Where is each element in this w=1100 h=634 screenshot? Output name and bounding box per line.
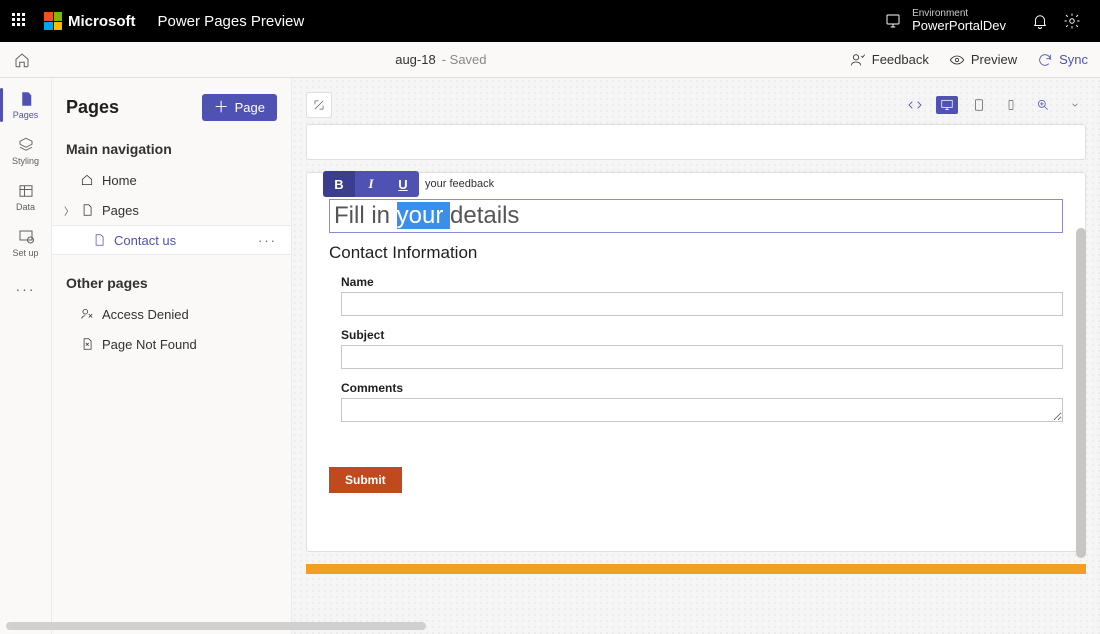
rail-more[interactable]: ···	[0, 266, 51, 312]
environment-value: PowerPortalDev	[912, 19, 1006, 33]
save-status: - Saved	[442, 52, 487, 67]
access-denied-icon	[80, 307, 94, 321]
expand-arrow-button[interactable]	[306, 92, 332, 118]
setup-icon	[17, 228, 35, 246]
preview-button[interactable]: Preview	[949, 52, 1017, 68]
code-icon	[907, 97, 923, 113]
italic-button[interactable]: I	[355, 171, 387, 197]
horizontal-scrollbar[interactable]	[6, 622, 426, 630]
environment-picker[interactable]: Environment PowerPortalDev	[884, 8, 1006, 33]
app-launcher-icon[interactable]	[12, 13, 28, 29]
styling-icon	[17, 136, 35, 154]
desktop-view-button[interactable]	[936, 96, 958, 114]
canvas-toolbar	[306, 92, 1086, 118]
page-icon	[17, 90, 35, 108]
rail-setup[interactable]: Set up	[0, 220, 51, 266]
chevron-right-icon[interactable]: 〉	[64, 203, 74, 218]
tree-page-not-found[interactable]: Page Not Found	[52, 329, 291, 359]
chevron-down-icon	[1070, 100, 1080, 110]
expand-arrow-icon	[312, 98, 326, 112]
page-not-found-icon	[80, 337, 94, 351]
tablet-view-button[interactable]	[968, 96, 990, 114]
eye-icon	[949, 52, 965, 68]
other-pages-label: Other pages	[52, 269, 291, 299]
bell-icon	[1031, 12, 1049, 30]
canvas-section-spacer[interactable]	[306, 124, 1086, 160]
mobile-icon	[1005, 98, 1017, 112]
text-selection: your	[397, 202, 450, 229]
underline-button[interactable]: U	[387, 171, 419, 197]
rail-pages[interactable]: Pages	[0, 82, 51, 128]
environment-icon	[884, 12, 902, 30]
document-name: aug-18	[395, 52, 435, 67]
settings-button[interactable]	[1056, 5, 1088, 37]
plus-icon: ＋	[214, 100, 229, 115]
sync-icon	[1037, 52, 1053, 68]
panel-title: Pages	[66, 97, 119, 118]
headline-edit-box[interactable]: Fill in your details	[329, 199, 1063, 233]
canvas: B I U your feedback Fill in your details…	[292, 78, 1100, 634]
canvas-footer-bar	[306, 564, 1086, 574]
rail-data[interactable]: Data	[0, 174, 51, 220]
tree-pages[interactable]: 〉 Pages	[52, 195, 291, 225]
rail-styling[interactable]: Styling	[0, 128, 51, 174]
subject-input[interactable]	[341, 345, 1063, 369]
name-field-label: Name	[341, 275, 1063, 289]
data-icon	[17, 182, 35, 200]
microsoft-logo: Microsoft	[44, 12, 136, 30]
add-page-button[interactable]: ＋ Page	[202, 94, 277, 121]
form-section-title: Contact Information	[329, 243, 1063, 263]
zoom-button[interactable]	[1032, 96, 1054, 114]
item-more-icon[interactable]: ···	[258, 233, 277, 248]
zoom-icon	[1036, 98, 1050, 112]
brand-wordmark: Microsoft	[68, 13, 136, 30]
home-icon	[80, 173, 94, 187]
gear-icon	[1063, 12, 1081, 30]
tree-contact-us[interactable]: Contact us ···	[52, 225, 291, 255]
text-format-toolbar: B I U your feedback	[323, 171, 494, 197]
comments-input[interactable]	[341, 398, 1063, 422]
canvas-form-section[interactable]: B I U your feedback Fill in your details…	[306, 172, 1086, 552]
document-status: aug-18 - Saved	[32, 52, 850, 67]
home-icon[interactable]	[12, 51, 32, 69]
tree-home[interactable]: Home	[52, 165, 291, 195]
page-icon	[80, 203, 94, 217]
bold-button[interactable]: B	[323, 171, 355, 197]
name-input[interactable]	[341, 292, 1063, 316]
mobile-view-button[interactable]	[1000, 96, 1022, 114]
sync-button[interactable]: Sync	[1037, 52, 1088, 68]
tree-access-denied[interactable]: Access Denied	[52, 299, 291, 329]
desktop-icon	[939, 98, 955, 112]
notifications-button[interactable]	[1024, 5, 1056, 37]
microsoft-logo-icon	[44, 12, 62, 30]
toolbar-context-text: your feedback	[425, 178, 494, 190]
page-icon	[92, 233, 106, 247]
comments-field-label: Comments	[341, 381, 1063, 395]
main-nav-label: Main navigation	[52, 135, 291, 165]
global-header: Microsoft Power Pages Preview Environmen…	[0, 0, 1100, 42]
tablet-icon	[972, 98, 986, 112]
vertical-scrollbar[interactable]	[1076, 228, 1086, 558]
submit-button[interactable]: Submit	[329, 467, 402, 493]
code-view-button[interactable]	[904, 96, 926, 114]
subject-field-label: Subject	[341, 328, 1063, 342]
left-rail: Pages Styling Data Set up ···	[0, 78, 52, 634]
zoom-dropdown[interactable]	[1064, 96, 1086, 114]
feedback-icon	[850, 52, 866, 68]
app-title: Power Pages Preview	[158, 13, 305, 30]
pages-panel: Pages ＋ Page Main navigation Home 〉 Page…	[52, 78, 292, 634]
ellipsis-icon: ···	[16, 281, 36, 297]
command-bar: aug-18 - Saved Feedback Preview Sync	[0, 42, 1100, 78]
feedback-button[interactable]: Feedback	[850, 52, 929, 68]
